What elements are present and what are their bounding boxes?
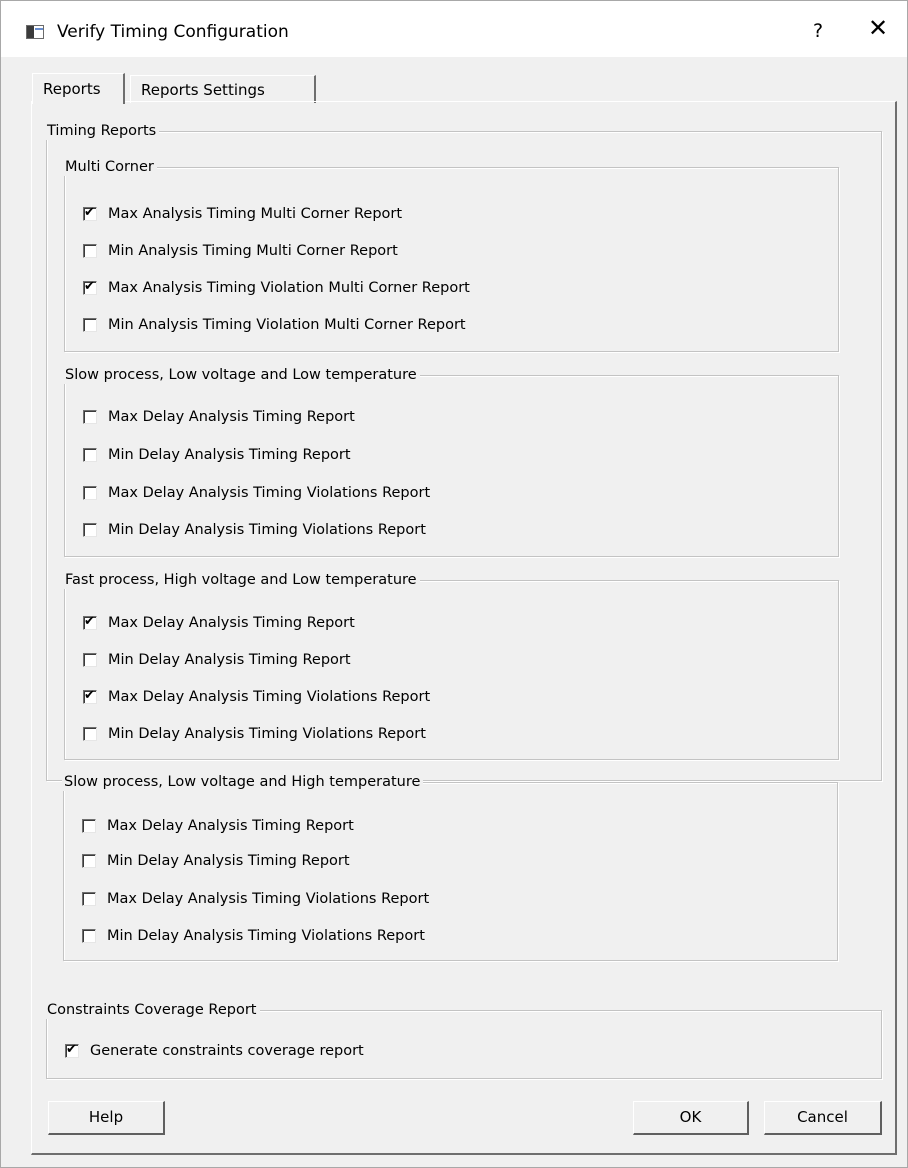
checkbox[interactable]	[83, 727, 97, 741]
checkbox-label: Min Delay Analysis Timing Report	[108, 447, 351, 463]
checkbox[interactable]	[83, 244, 97, 258]
checkbox[interactable]	[83, 523, 97, 537]
tab-reports[interactable]: Reports	[32, 73, 125, 104]
checkbox[interactable]	[83, 653, 97, 667]
checkbox-label: Max Analysis Timing Violation Multi Corn…	[108, 280, 470, 296]
checkbox-label: Max Delay Analysis Timing Report	[107, 818, 354, 834]
checkbox[interactable]	[83, 318, 97, 332]
checkbox[interactable]	[83, 410, 97, 424]
checkbox-label: Max Delay Analysis Timing Violations Rep…	[108, 689, 431, 705]
checkmark-icon: ✔	[84, 205, 95, 220]
checkbox[interactable]	[82, 929, 96, 943]
timing-reports-group: Timing Reports Multi Corner ✔ Max Analys…	[45, 122, 882, 781]
fast-high-low-group-title: Fast process, High voltage and Low tempe…	[63, 571, 420, 589]
checkmark-icon: ✔	[66, 1042, 77, 1057]
checkmark-icon: ✔	[84, 614, 95, 629]
slow-low-low-group: Slow process, Low voltage and Low temper…	[63, 366, 839, 557]
checkbox[interactable]	[82, 854, 96, 868]
ok-button[interactable]: OK	[633, 1101, 749, 1135]
dialog-window: Verify Timing Configuration ? ✕ Reports …	[0, 0, 908, 1168]
app-window-icon	[26, 25, 44, 39]
constraints-coverage-group: Constraints Coverage Report ✔ Generate c…	[45, 1001, 882, 1079]
checkbox-label: Min Delay Analysis Timing Violations Rep…	[108, 522, 426, 538]
reports-tab-panel: Timing Reports Multi Corner ✔ Max Analys…	[31, 101, 897, 1155]
multi-corner-group: Multi Corner ✔ Max Analysis Timing Multi…	[63, 158, 839, 352]
checkbox[interactable]	[83, 448, 97, 462]
fast-high-low-group: Fast process, High voltage and Low tempe…	[63, 571, 839, 760]
checkbox-label: Min Delay Analysis Timing Report	[107, 853, 350, 869]
checkbox-label: Min Delay Analysis Timing Violations Rep…	[108, 726, 426, 742]
checkbox[interactable]: ✔	[83, 205, 97, 221]
constraints-coverage-group-title: Constraints Coverage Report	[45, 1001, 260, 1019]
title-bar: Verify Timing Configuration ? ✕	[1, 1, 907, 57]
checkbox-label: Min Delay Analysis Timing Violations Rep…	[107, 928, 425, 944]
checkbox-label: Min Delay Analysis Timing Report	[108, 652, 351, 668]
checkbox-label: Max Delay Analysis Timing Violations Rep…	[107, 891, 430, 907]
slow-low-high-group: Slow process, Low voltage and High tempe…	[62, 773, 838, 961]
close-button[interactable]: ✕	[868, 16, 888, 40]
slow-low-high-group-title: Slow process, Low voltage and High tempe…	[62, 773, 424, 791]
checkmark-icon: ✔	[84, 279, 95, 294]
checkbox-label: Min Analysis Timing Violation Multi Corn…	[108, 317, 466, 333]
checkbox[interactable]: ✔	[83, 279, 97, 295]
help-button[interactable]: Help	[48, 1101, 165, 1135]
tab-reports-settings[interactable]: Reports Settings	[130, 75, 316, 103]
checkbox-label: Max Delay Analysis Timing Report	[108, 615, 355, 631]
context-help-button[interactable]: ?	[813, 20, 823, 42]
multi-corner-group-title: Multi Corner	[63, 158, 157, 176]
checkbox[interactable]: ✔	[83, 688, 97, 704]
checkbox[interactable]: ✔	[83, 614, 97, 630]
cancel-button[interactable]: Cancel	[764, 1101, 882, 1135]
window-title: Verify Timing Configuration	[57, 22, 289, 42]
checkmark-icon: ✔	[84, 688, 95, 703]
checkbox-label: Max Delay Analysis Timing Violations Rep…	[108, 485, 431, 501]
checkbox[interactable]	[82, 819, 96, 833]
checkbox-label: Max Analysis Timing Multi Corner Report	[108, 206, 403, 222]
checkbox[interactable]	[83, 486, 97, 500]
timing-reports-group-title: Timing Reports	[45, 122, 160, 140]
checkbox-label: Min Analysis Timing Multi Corner Report	[108, 243, 398, 259]
checkbox[interactable]	[82, 892, 96, 906]
checkbox-label: Generate constraints coverage report	[90, 1043, 364, 1059]
checkbox-label: Max Delay Analysis Timing Report	[108, 409, 355, 425]
slow-low-low-group-title: Slow process, Low voltage and Low temper…	[63, 366, 420, 384]
checkbox[interactable]: ✔	[65, 1042, 79, 1058]
